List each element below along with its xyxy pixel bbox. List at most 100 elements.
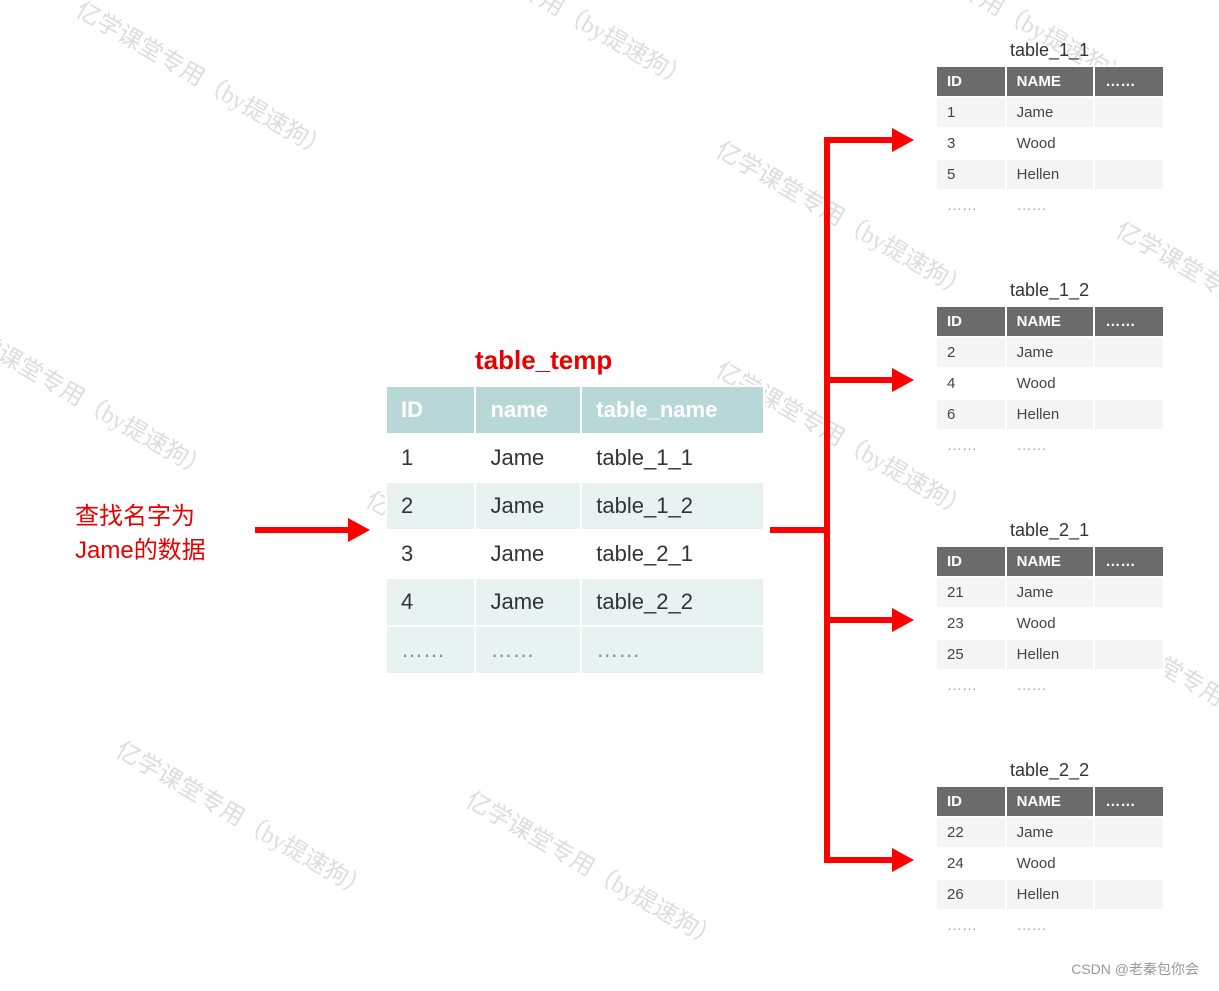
cell: 1 bbox=[386, 434, 475, 482]
col-name: NAME bbox=[1006, 306, 1095, 337]
cell: Wood bbox=[1006, 848, 1095, 879]
cell: 3 bbox=[936, 128, 1006, 159]
table-row: 6Hellen bbox=[936, 399, 1164, 430]
cell: …… bbox=[1006, 910, 1095, 941]
cell bbox=[1094, 128, 1164, 159]
table-header-row: ID NAME …… bbox=[936, 306, 1164, 337]
table-row: 26Hellen bbox=[936, 879, 1164, 910]
cell: Jame bbox=[475, 578, 581, 626]
col-name: NAME bbox=[1006, 66, 1095, 97]
col-more: …… bbox=[1094, 546, 1164, 577]
cell bbox=[1094, 368, 1164, 399]
arrow-line bbox=[824, 137, 830, 857]
cell: …… bbox=[1006, 670, 1095, 701]
arrow-head-icon bbox=[892, 128, 914, 152]
table-row: 25Hellen bbox=[936, 639, 1164, 670]
table-row: 4Jametable_2_2 bbox=[386, 578, 764, 626]
query-text-1: 查找名字为 bbox=[75, 503, 195, 530]
cell: 22 bbox=[936, 817, 1006, 848]
table-row: 2Jametable_1_2 bbox=[386, 482, 764, 530]
table-row: 21Jame bbox=[936, 577, 1164, 608]
table-header-row: ID name table_name bbox=[386, 386, 764, 434]
cell: …… bbox=[581, 626, 764, 674]
cell bbox=[1094, 190, 1164, 221]
cell: Hellen bbox=[1006, 879, 1095, 910]
col-id: ID bbox=[386, 386, 475, 434]
table-row: 22Jame bbox=[936, 817, 1164, 848]
cell: table_1_1 bbox=[581, 434, 764, 482]
cell: 26 bbox=[936, 879, 1006, 910]
cell bbox=[1094, 848, 1164, 879]
arrow-line bbox=[824, 137, 894, 143]
table-row: 3Wood bbox=[936, 128, 1164, 159]
cell: Jame bbox=[475, 434, 581, 482]
cell: …… bbox=[475, 626, 581, 674]
cell: …… bbox=[936, 190, 1006, 221]
cell: Jame bbox=[1006, 577, 1095, 608]
cell: 4 bbox=[386, 578, 475, 626]
cell: Hellen bbox=[1006, 399, 1095, 430]
cell: table_2_2 bbox=[581, 578, 764, 626]
table-row: 24Wood bbox=[936, 848, 1164, 879]
cell: Jame bbox=[1006, 817, 1095, 848]
cell: Wood bbox=[1006, 128, 1095, 159]
table-row: ………… bbox=[936, 430, 1164, 461]
cell bbox=[1094, 608, 1164, 639]
col-id: ID bbox=[936, 306, 1006, 337]
col-id: ID bbox=[936, 66, 1006, 97]
cell bbox=[1094, 639, 1164, 670]
col-name: NAME bbox=[1006, 546, 1095, 577]
cell: 23 bbox=[936, 608, 1006, 639]
mini-table-title: table_1_2 bbox=[1010, 280, 1089, 301]
cell bbox=[1094, 337, 1164, 368]
table-row: 3Jametable_2_1 bbox=[386, 530, 764, 578]
footer-credit: CSDN @老秦包你会 bbox=[1071, 959, 1199, 979]
cell: Wood bbox=[1006, 368, 1095, 399]
cell: 3 bbox=[386, 530, 475, 578]
col-table-name: table_name bbox=[581, 386, 764, 434]
cell bbox=[1094, 910, 1164, 941]
temp-table-title: table_temp bbox=[475, 345, 612, 376]
arrow-head-icon bbox=[892, 368, 914, 392]
col-more: …… bbox=[1094, 786, 1164, 817]
cell: 25 bbox=[936, 639, 1006, 670]
cell: …… bbox=[1006, 430, 1095, 461]
arrow-line bbox=[824, 617, 894, 623]
cell: 2 bbox=[936, 337, 1006, 368]
cell: …… bbox=[936, 670, 1006, 701]
cell bbox=[1094, 399, 1164, 430]
table-header-row: ID NAME …… bbox=[936, 66, 1164, 97]
mini-table: ID NAME …… 22Jame 24Wood 26Hellen ………… bbox=[935, 785, 1165, 942]
query-text-2: Jame的数据 bbox=[75, 537, 206, 564]
watermark: 亿学课堂专用（by提速狗） bbox=[71, 0, 338, 165]
cell: Jame bbox=[1006, 97, 1095, 128]
watermark: 亿学课堂专用（by提速狗） bbox=[0, 310, 217, 484]
watermark: 亿学课堂专用（by提速狗） bbox=[111, 730, 378, 904]
arrow-head-icon bbox=[348, 518, 370, 542]
col-id: ID bbox=[936, 546, 1006, 577]
table-row: ………… bbox=[936, 190, 1164, 221]
col-more: …… bbox=[1094, 66, 1164, 97]
cell: Hellen bbox=[1006, 159, 1095, 190]
table-header-row: ID NAME …… bbox=[936, 546, 1164, 577]
cell: 24 bbox=[936, 848, 1006, 879]
cell: Jame bbox=[1006, 337, 1095, 368]
table-row: 1Jametable_1_1 bbox=[386, 434, 764, 482]
cell: 2 bbox=[386, 482, 475, 530]
arrow-line bbox=[824, 377, 894, 383]
cell: …… bbox=[1006, 190, 1095, 221]
cell: Jame bbox=[475, 530, 581, 578]
cell: 5 bbox=[936, 159, 1006, 190]
watermark: 亿学课堂专用（by提速狗） bbox=[431, 0, 698, 95]
cell: Hellen bbox=[1006, 639, 1095, 670]
watermark: 亿学课堂专用（by提速狗） bbox=[461, 780, 728, 954]
table-row: 23Wood bbox=[936, 608, 1164, 639]
cell bbox=[1094, 430, 1164, 461]
table-row: 1Jame bbox=[936, 97, 1164, 128]
arrow-line bbox=[824, 857, 894, 863]
arrow-head-icon bbox=[892, 848, 914, 872]
arrow-line bbox=[770, 527, 830, 533]
cell: 4 bbox=[936, 368, 1006, 399]
mini-table: ID NAME …… 21Jame 23Wood 25Hellen ………… bbox=[935, 545, 1165, 702]
cell bbox=[1094, 577, 1164, 608]
